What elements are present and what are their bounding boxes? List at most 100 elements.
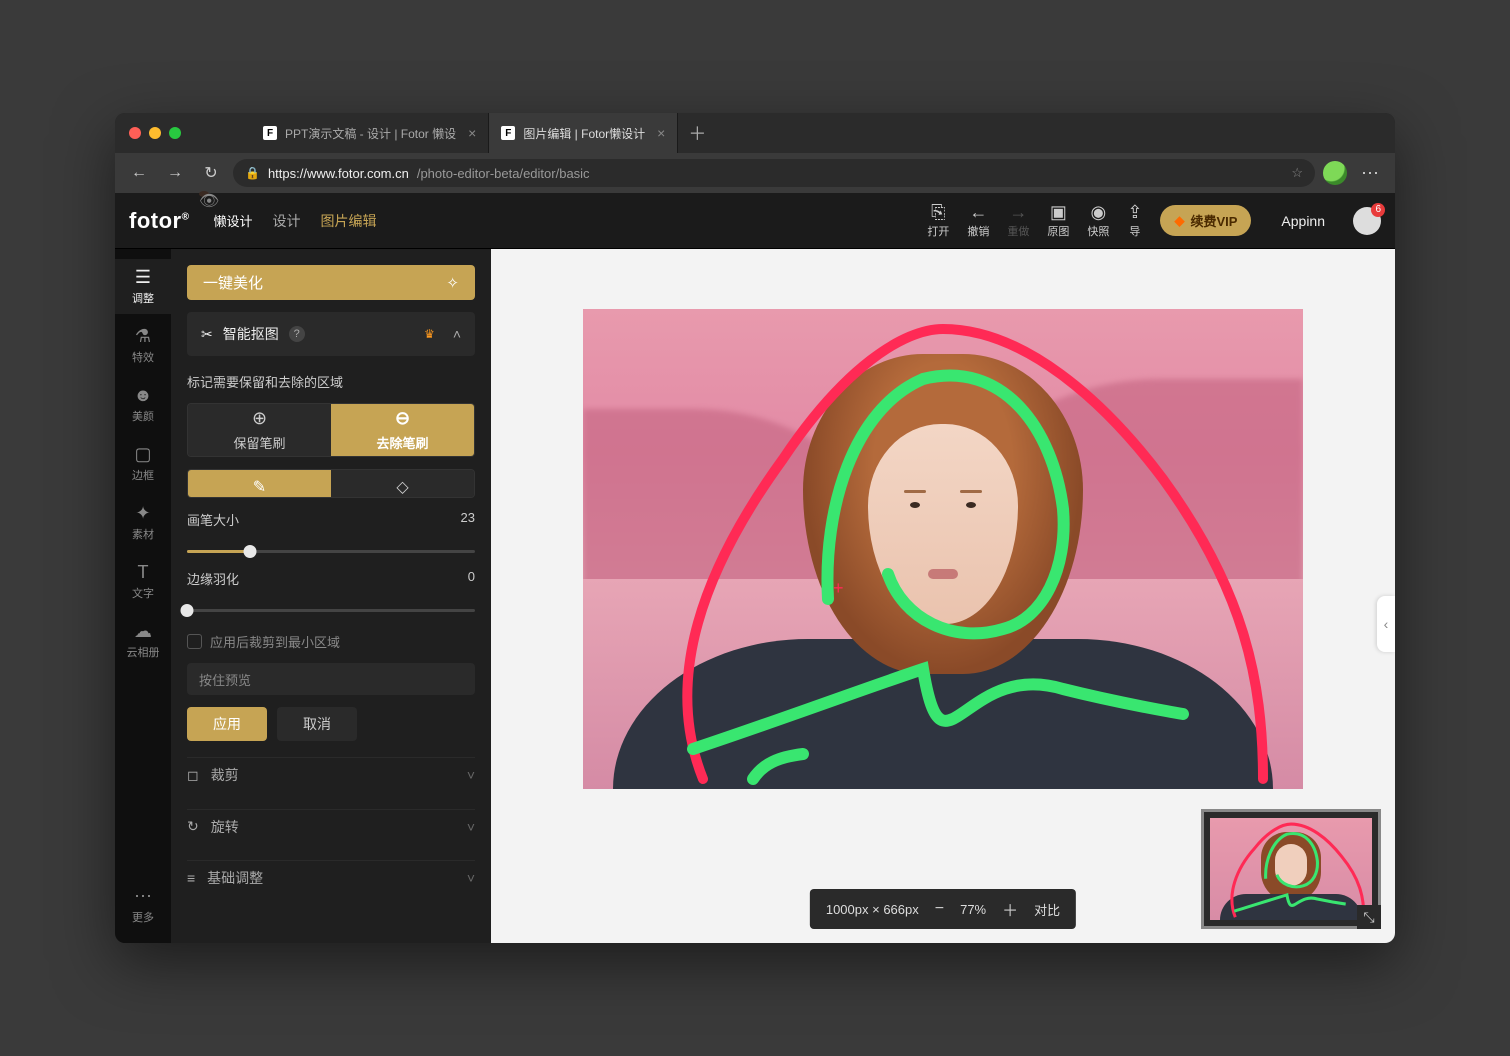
plus-circle-icon: ⊕ (252, 408, 267, 429)
tab-title: 图片编辑 | Fotor懒设计 (523, 125, 645, 142)
minimize-window-button[interactable] (149, 127, 161, 139)
original-icon: ▣ (1050, 203, 1067, 221)
forward-button[interactable]: → (161, 159, 189, 187)
keep-brush-button[interactable]: ⊕ 保留笔刷 (188, 404, 331, 455)
export-button[interactable]: ⇪导 (1127, 203, 1142, 239)
minus-circle-icon: ⊖ (395, 408, 410, 429)
close-tab-icon[interactable]: × (657, 125, 665, 141)
cursor-crosshair: + (833, 578, 844, 598)
cancel-button[interactable]: 取消 (277, 707, 357, 741)
compare-button[interactable]: 对比 (1034, 900, 1060, 919)
vip-tag-icon: ♛ (424, 327, 435, 341)
sidebar-item-assets[interactable]: ✦素材 (115, 495, 171, 550)
rotate-section[interactable]: ↻ 旋转 ˅ (187, 809, 475, 845)
eraser-tool-button[interactable]: ◇ (331, 470, 474, 498)
camera-icon: ◉ (1090, 203, 1106, 221)
nav-photo-edit[interactable]: 图片编辑 (320, 211, 376, 231)
favicon: F (263, 126, 277, 140)
url-path: /photo-editor-beta/editor/basic (417, 166, 590, 181)
chevron-up-icon: ˄ (453, 326, 461, 342)
hold-preview-label: 按住预览 (199, 670, 251, 689)
sidebar-item-adjust[interactable]: ☰调整 (115, 259, 171, 314)
minimap-expand-button[interactable]: ⤡ (1357, 905, 1381, 929)
one-click-beautify-button[interactable]: 一键美化 ✧ (187, 265, 475, 300)
shapes-icon: ✦ (135, 503, 150, 524)
mark-hint: 标记需要保留和去除的区域 (187, 372, 475, 391)
export-icon: ⇪ (1127, 203, 1142, 221)
smart-cutout-label: 智能抠图 (223, 324, 279, 344)
redo-button[interactable]: →重做 (1007, 203, 1029, 239)
renew-vip-button[interactable]: ◆续费VIP (1160, 205, 1251, 236)
url-host: https://www.fotor.com.cn (268, 166, 409, 181)
crop-icon: ◻ (187, 767, 199, 784)
brush-tool-button[interactable]: ✎ (188, 470, 331, 498)
feather-value: 0 (468, 569, 475, 588)
rotate-icon: ↻ (187, 818, 199, 835)
zoom-out-button[interactable]: − (935, 900, 944, 918)
brush-size-label: 画笔大小 (187, 510, 239, 529)
window-titlebar: F PPT演示文稿 - 设计 | Fotor 懒设 × F 图片编辑 | Fot… (115, 113, 1395, 153)
sidebar-item-text[interactable]: T文字 (115, 554, 171, 609)
close-window-button[interactable] (129, 127, 141, 139)
browser-menu-button[interactable]: ⋯ (1355, 163, 1385, 184)
sidebar-item-more[interactable]: ⋯更多 (115, 878, 171, 933)
hold-preview-button[interactable]: 按住预览 👁 (187, 663, 475, 695)
username[interactable]: Appinn (1281, 213, 1325, 229)
sidebar-item-beauty[interactable]: ☻美颜 (115, 377, 171, 432)
browser-tab-background[interactable]: F PPT演示文稿 - 设计 | Fotor 懒设 × (251, 113, 489, 153)
brand-sub: 懒设计 (213, 211, 252, 230)
favicon: F (501, 126, 515, 140)
canvas-area: + ‹ 1000px × 666px − 77% ＋ 对比 (491, 249, 1395, 943)
smart-cutout-header[interactable]: ✂ 智能抠图 ? ♛ ˄ (187, 312, 475, 356)
minimap[interactable]: ⤡ (1201, 809, 1381, 929)
back-button[interactable]: ← (125, 159, 153, 187)
basic-adjust-section[interactable]: ≡ 基础调整 ˅ (187, 860, 475, 896)
avatar[interactable]: 6 (1353, 207, 1381, 235)
annotation-overlay: + (583, 309, 1303, 789)
zoom-in-button[interactable]: ＋ (1002, 897, 1018, 921)
tab-title: PPT演示文稿 - 设计 | Fotor 懒设 (285, 125, 456, 142)
zoom-value: 77% (960, 902, 986, 917)
brand-logo[interactable]: fotor® (129, 208, 189, 234)
open-button[interactable]: ⎘打开 (927, 203, 949, 239)
sidebar-item-cloud[interactable]: ☁云相册 (115, 613, 171, 668)
bookmark-icon[interactable]: ☆ (1291, 165, 1303, 181)
image-canvas[interactable]: + (583, 309, 1303, 789)
flask-icon: ⚗ (135, 326, 151, 347)
feather-slider[interactable] (187, 600, 475, 616)
refresh-button[interactable]: ↻ (197, 159, 225, 187)
sliders-icon: ☰ (135, 267, 151, 288)
brush-size-slider[interactable] (187, 541, 475, 557)
original-button[interactable]: ▣原图 (1047, 203, 1069, 239)
app-toolbar: fotor® 懒设计 设计 图片编辑 ⎘打开 ←撤销 →重做 ▣原图 ◉快照 ⇪… (115, 193, 1395, 249)
redo-icon: → (1009, 203, 1027, 221)
canvas-dimensions: 1000px × 666px (826, 902, 919, 917)
maximize-window-button[interactable] (169, 127, 181, 139)
apply-button[interactable]: 应用 (187, 707, 267, 741)
browser-tab-active[interactable]: F 图片编辑 | Fotor懒设计 × (489, 113, 678, 153)
snapshot-button[interactable]: ◉快照 (1087, 203, 1109, 239)
nav-design[interactable]: 设计 (272, 211, 300, 231)
eraser-icon: ◇ (396, 477, 408, 497)
feather-label: 边缘羽化 (187, 569, 239, 588)
sidebar-item-effects[interactable]: ⚗特效 (115, 318, 171, 373)
face-icon: ☻ (134, 385, 153, 406)
extension-icon[interactable] (1323, 161, 1347, 185)
crop-min-checkbox[interactable] (187, 634, 202, 649)
remove-brush-button[interactable]: ⊖ 去除笔刷 (331, 404, 474, 455)
undo-button[interactable]: ←撤销 (967, 203, 989, 239)
zoom-bar: 1000px × 666px − 77% ＋ 对比 (810, 889, 1076, 929)
sidebar-item-frame[interactable]: ▢边框 (115, 436, 171, 491)
url-input[interactable]: 🔒 https://www.fotor.com.cn/photo-editor-… (233, 159, 1315, 187)
magic-wand-icon: ✧ (446, 274, 459, 292)
keep-stroke-arm (753, 754, 803, 779)
text-icon: T (138, 562, 149, 583)
close-tab-icon[interactable]: × (468, 125, 476, 141)
collapse-panel-handle[interactable]: ‹ (1377, 596, 1395, 652)
crop-section[interactable]: ◻ 裁剪 ˅ (187, 757, 475, 793)
keep-stroke-body (693, 669, 1183, 749)
crop-min-label: 应用后裁剪到最小区域 (210, 632, 340, 651)
help-icon[interactable]: ? (289, 326, 305, 342)
new-tab-button[interactable]: ＋ (678, 120, 716, 146)
scissors-icon: ✂ (201, 326, 213, 343)
